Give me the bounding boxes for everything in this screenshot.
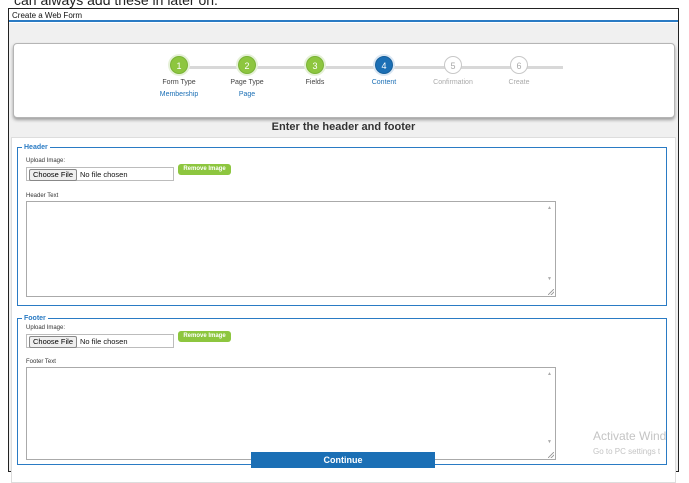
step-5-circle: 5 (444, 56, 462, 74)
activation-watermark-sub: Go to PC settings t (593, 447, 661, 456)
content-panel: Header Upload Image: Choose File No file… (11, 137, 676, 483)
header-choose-file-button[interactable]: Choose File (29, 169, 78, 181)
footer-legend: Footer (24, 315, 46, 322)
footer-text-area[interactable]: ▲ ▼ (26, 367, 556, 460)
header-text-label: Header Text (26, 193, 59, 199)
footer-file-input[interactable]: Choose File No file chosen (26, 334, 174, 348)
header-upload-label: Upload Image: (26, 158, 66, 164)
scroll-up-icon[interactable]: ▲ (547, 371, 552, 377)
header-text-area[interactable]: ▲ ▼ (26, 201, 556, 297)
scroll-up-icon[interactable]: ▲ (547, 205, 552, 211)
footer-remove-image-button[interactable]: Remove Image (178, 331, 231, 342)
step-6-circle: 6 (510, 56, 528, 74)
step-6-label: Create (508, 79, 530, 86)
header-legend: Header (24, 144, 48, 151)
header-fieldset: Header Upload Image: Choose File No file… (17, 144, 667, 306)
web-form-window: Create a Web Form 1 Form Type Membership… (8, 8, 679, 483)
activation-watermark: Activate Wind (593, 429, 667, 443)
page-text-fragment: can always add these in later on. (14, 0, 218, 8)
form-body: 1 Form Type Membership 2 Page Type Page … (9, 23, 678, 483)
window-title: Create a Web Form (9, 9, 678, 22)
step-2-circle: 2 (238, 56, 256, 74)
footer-file-status: No file chosen (80, 337, 128, 346)
header-file-input[interactable]: Choose File No file chosen (26, 167, 174, 181)
footer-text-label: Footer Text (26, 359, 56, 365)
step-4-circle: 4 (375, 56, 393, 74)
header-remove-image-button[interactable]: Remove Image (178, 164, 231, 175)
resize-handle-icon[interactable] (548, 289, 554, 295)
footer-choose-file-button[interactable]: Choose File (29, 336, 78, 348)
wizard-progress: 1 Form Type Membership 2 Page Type Page … (13, 43, 675, 118)
wizard-step-create: 6 Create (469, 56, 569, 86)
step-1-circle: 1 (170, 56, 188, 74)
footer-upload-label: Upload Image: (26, 325, 66, 331)
header-file-status: No file chosen (80, 170, 128, 179)
scroll-down-icon[interactable]: ▼ (547, 439, 552, 445)
resize-handle-icon[interactable] (548, 452, 554, 458)
scroll-down-icon[interactable]: ▼ (547, 276, 552, 282)
footer-fieldset: Footer Upload Image: Choose File No file… (17, 315, 667, 465)
continue-button[interactable]: Continue (251, 452, 435, 468)
step-3-circle: 3 (306, 56, 324, 74)
step-2-value[interactable]: Page (197, 91, 297, 98)
section-heading: Enter the header and footer (271, 121, 416, 133)
